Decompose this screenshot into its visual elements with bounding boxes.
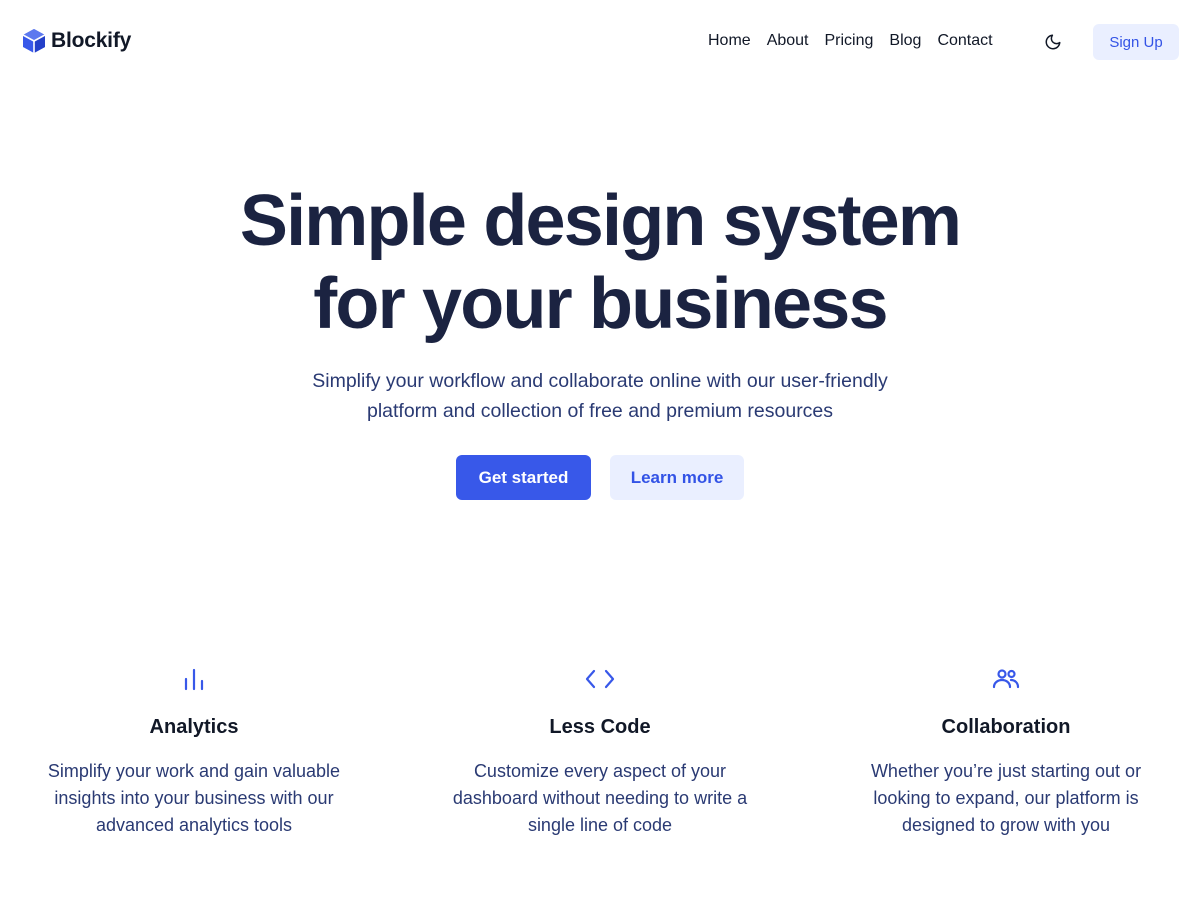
hero-subtitle: Simplify your workflow and collaborate o… [250, 366, 950, 426]
sign-up-button[interactable]: Sign Up [1093, 24, 1179, 60]
feature-text-line: designed to grow with you [901, 815, 1111, 835]
feature-description: Whether you’re just starting out or look… [841, 758, 1171, 839]
feature-collaboration: Collaboration Whether you’re just starti… [826, 664, 1186, 839]
learn-more-button[interactable]: Learn more [610, 455, 744, 500]
feature-description: Customize every aspect of your dashboard… [435, 758, 765, 839]
brand-name: Blockify [51, 29, 132, 52]
feature-text-line: Customize every aspect of your [473, 761, 727, 781]
feature-text-line: advanced analytics tools [95, 815, 293, 835]
nav-item-blog[interactable]: Blog [881, 30, 929, 52]
feature-text-line: insights into your business with our [54, 788, 334, 808]
cube-logo-icon [22, 29, 46, 53]
moon-icon [1045, 34, 1061, 50]
brand-logo-link[interactable]: Blockify [22, 28, 131, 54]
feature-text-line: single line of code [527, 815, 673, 835]
nav-item-about[interactable]: About [759, 30, 817, 52]
nav-item-pricing[interactable]: Pricing [817, 30, 882, 52]
feature-title: Analytics [149, 716, 239, 738]
get-started-button[interactable]: Get started [456, 455, 591, 500]
hero-title-line-1: Simple design system [239, 181, 962, 261]
site-header: Blockify Home About Pricing Blog Contact… [0, 0, 1200, 84]
hero-subtitle-line-1: Simplify your workflow and collaborate o… [312, 370, 888, 392]
feature-analytics: Analytics Simplify your work and gain va… [14, 664, 374, 839]
users-icon [992, 669, 1020, 689]
nav-item-contact[interactable]: Contact [929, 30, 1000, 52]
feature-less-code: Less Code Customize every aspect of your… [420, 664, 780, 839]
feature-text-line: Whether you’re just starting out or [870, 761, 1142, 781]
theme-toggle-button[interactable] [1040, 29, 1066, 55]
feature-text-line: dashboard without needing to write a [452, 788, 748, 808]
feature-description: Simplify your work and gain valuable ins… [29, 758, 359, 839]
hero-subtitle-line-2: platform and collection of free and prem… [366, 400, 834, 422]
hero-title: Simple design system for your business [0, 180, 1200, 346]
hero-title-line-2: for your business [313, 264, 888, 344]
main-nav: Home About Pricing Blog Contact [700, 30, 1001, 52]
bar-chart-icon [184, 668, 204, 691]
feature-text-line: Simplify your work and gain valuable [47, 761, 341, 781]
feature-title: Collaboration [941, 716, 1071, 738]
feature-title: Less Code [549, 716, 651, 738]
feature-text-line: looking to expand, our platform is [873, 788, 1139, 808]
nav-item-home[interactable]: Home [700, 30, 759, 52]
code-icon [585, 669, 615, 689]
